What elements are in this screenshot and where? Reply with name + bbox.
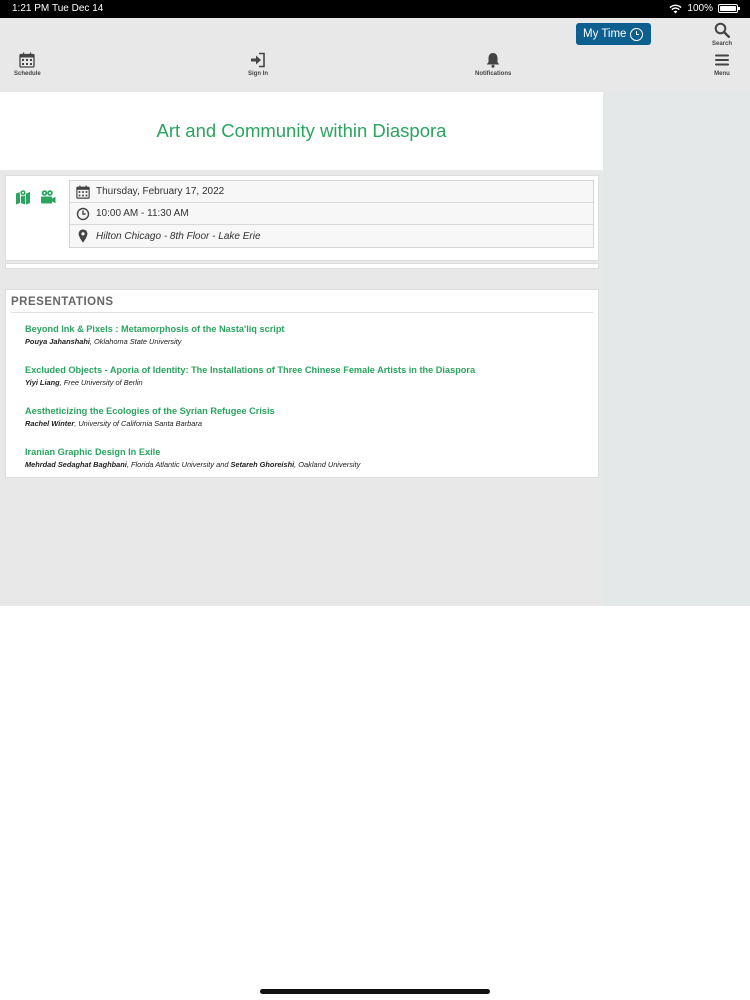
bell-icon — [486, 53, 500, 68]
presentation-title-link[interactable]: Iranian Graphic Design In Exile — [25, 447, 360, 457]
presentation-authors: Rachel Winter, University of California … — [25, 419, 275, 428]
status-bar: 1:21 PM Tue Dec 14 100% — [0, 0, 750, 18]
empty-card — [5, 263, 599, 269]
location-pin-icon — [78, 229, 88, 243]
hamburger-menu-icon — [715, 54, 729, 66]
side-panel — [604, 92, 750, 606]
battery-percent: 100% — [687, 3, 713, 14]
sign-in-label: Sign In — [248, 71, 268, 77]
session-title: Art and Community within Diaspora — [156, 120, 447, 141]
clock-icon — [76, 207, 90, 220]
presentation-title-link[interactable]: Beyond Ink & Pixels : Metamorphosis of t… — [25, 324, 285, 334]
session-time: 10:00 AM - 11:30 AM — [96, 208, 189, 219]
sign-in-button[interactable]: Sign In — [248, 52, 268, 77]
search-icon — [714, 22, 730, 38]
video-camera-icon[interactable] — [40, 189, 56, 205]
schedule-button[interactable]: Schedule — [14, 52, 41, 77]
author-name: Pouya Jahanshahi — [25, 337, 90, 346]
menu-label: Menu — [714, 71, 730, 77]
divider — [11, 312, 593, 313]
menu-button[interactable]: Menu — [714, 52, 730, 77]
search-label: Search — [712, 41, 733, 47]
session-type-icons — [15, 189, 56, 205]
search-button[interactable]: Search — [712, 22, 732, 47]
author-name: Setareh Ghoreishi — [230, 460, 295, 469]
my-time-button[interactable]: My Time — [576, 23, 651, 45]
notifications-label: Notifications — [475, 71, 512, 77]
clock-icon — [630, 27, 644, 41]
session-location: Hilton Chicago - 8th Floor - Lake Erie — [96, 230, 261, 242]
author-affiliation: , Oakland University — [294, 460, 361, 469]
status-right: 100% — [669, 3, 740, 14]
presentations-card: PRESENTATIONS Beyond Ink & Pixels : Meta… — [5, 289, 599, 478]
session-title-card: Art and Community within Diaspora — [0, 92, 603, 170]
author-affiliation: , Oklahoma State University — [89, 337, 182, 346]
presentation-authors: Pouya Jahanshahi, Oklahoma State Univers… — [25, 337, 285, 346]
author-name: Rachel Winter — [25, 419, 75, 428]
author-affiliation: , Florida Atlantic University and — [126, 460, 231, 469]
presentation-item: Aestheticizing the Ecologies of the Syri… — [25, 406, 275, 428]
presentation-item: Beyond Ink & Pixels : Metamorphosis of t… — [25, 324, 285, 346]
presentation-authors: Mehrdad Sedaghat Baghbani, Florida Atlan… — [25, 460, 360, 469]
wifi-icon — [669, 4, 683, 13]
presentation-item: Excluded Objects - Aporia of Identity: T… — [25, 365, 475, 387]
author-affiliation: , Free University of Berlin — [59, 378, 143, 387]
presentations-heading: PRESENTATIONS — [11, 296, 114, 308]
status-date: Tue Dec 14 — [52, 3, 104, 14]
notifications-button[interactable]: Notifications — [475, 52, 511, 77]
session-date: Thursday, February 17, 2022 — [96, 186, 225, 197]
map-icon[interactable] — [15, 189, 31, 205]
home-indicator[interactable] — [260, 989, 490, 994]
session-date-row: Thursday, February 17, 2022 — [70, 181, 593, 203]
status-time: 1:21 PM — [12, 3, 50, 14]
author-name: Mehrdad Sedaghat Baghbani — [25, 460, 127, 469]
session-time-row: 10:00 AM - 11:30 AM — [70, 203, 593, 225]
calendar-icon — [76, 184, 90, 199]
sign-in-icon — [251, 52, 265, 68]
schedule-label: Schedule — [14, 71, 41, 77]
session-location-row: Hilton Chicago - 8th Floor - Lake Erie — [70, 225, 593, 247]
presentation-authors: Yiyi Liang, Free University of Berlin — [25, 378, 475, 387]
presentation-title-link[interactable]: Aestheticizing the Ecologies of the Syri… — [25, 406, 275, 416]
author-affiliation: , University of California Santa Barbara — [74, 419, 202, 428]
my-time-label: My Time — [583, 28, 627, 40]
battery-icon — [718, 4, 740, 13]
session-details-card: Thursday, February 17, 2022 10:00 AM - 1… — [5, 175, 599, 261]
presentation-item: Iranian Graphic Design In Exile Mehrdad … — [25, 447, 360, 469]
calendar-icon — [19, 52, 35, 68]
session-details-box: Thursday, February 17, 2022 10:00 AM - 1… — [69, 180, 594, 248]
author-name: Yiyi Liang — [25, 378, 60, 387]
presentation-title-link[interactable]: Excluded Objects - Aporia of Identity: T… — [25, 365, 475, 375]
